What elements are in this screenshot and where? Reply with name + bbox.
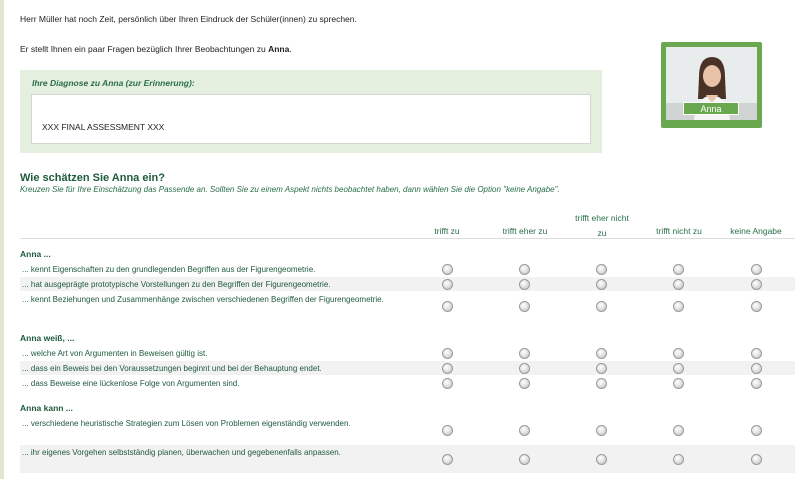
intro-student-name: Anna: [268, 44, 290, 54]
radio-trifft-eher-nicht-zu[interactable]: [596, 348, 607, 359]
radio-trifft-zu[interactable]: [442, 378, 453, 389]
radio-trifft-eher-nicht-zu[interactable]: [596, 363, 607, 374]
radio-trifft-nicht-zu[interactable]: [673, 454, 684, 465]
row-label: ... welche Art von Argumenten in Beweise…: [22, 349, 208, 358]
radio-trifft-eher-zu[interactable]: [519, 279, 530, 290]
radio-keine-angabe[interactable]: [751, 264, 762, 275]
row-label: ... dass ein Beweis bei den Voraussetzun…: [22, 364, 322, 373]
row-label: ... dass Beweise eine lückenlose Folge v…: [22, 379, 240, 388]
radio-trifft-zu[interactable]: [442, 301, 453, 312]
column-header-trifft-nicht-zu: trifft nicht zu: [656, 226, 702, 236]
radio-keine-angabe[interactable]: [751, 301, 762, 312]
radio-trifft-zu[interactable]: [442, 264, 453, 275]
intro-line-2-text: Er stellt Ihnen ein paar Fragen bezüglic…: [20, 44, 269, 54]
group-label-anna-weiss: Anna weiß, ...: [20, 333, 75, 343]
diagnosis-text: XXX FINAL ASSESSMENT XXX: [42, 122, 165, 132]
radio-trifft-eher-nicht-zu[interactable]: [596, 301, 607, 312]
row-label: ... ihr eigenes Vorgehen selbstständig p…: [22, 448, 341, 457]
diagnosis-panel: Ihre Diagnose zu Anna (zur Erinnerung): …: [20, 70, 602, 153]
row-label: ... verschiedene heuristische Strategien…: [22, 419, 351, 428]
radio-trifft-eher-zu[interactable]: [519, 454, 530, 465]
column-header-trifft-eher-nicht-zu: trifft eher nicht zu: [563, 211, 641, 241]
radio-trifft-nicht-zu[interactable]: [673, 279, 684, 290]
radio-trifft-eher-nicht-zu[interactable]: [596, 279, 607, 290]
student-name-label: Anna: [683, 102, 739, 115]
intro-line-2: Er stellt Ihnen ein paar Fragen bezüglic…: [20, 44, 292, 54]
group-label-anna-kann: Anna kann ...: [20, 403, 73, 413]
radio-trifft-zu[interactable]: [442, 348, 453, 359]
radio-trifft-eher-nicht-zu[interactable]: [596, 454, 607, 465]
radio-keine-angabe[interactable]: [751, 454, 762, 465]
radio-trifft-nicht-zu[interactable]: [673, 425, 684, 436]
diagnosis-title: Ihre Diagnose zu Anna (zur Erinnerung):: [32, 78, 195, 88]
radio-trifft-eher-zu[interactable]: [519, 264, 530, 275]
row-label: ... kennt Beziehungen und Zusammenhänge …: [22, 295, 384, 304]
radio-trifft-nicht-zu[interactable]: [673, 264, 684, 275]
radio-trifft-eher-zu[interactable]: [519, 378, 530, 389]
radio-keine-angabe[interactable]: [751, 348, 762, 359]
radio-trifft-nicht-zu[interactable]: [673, 348, 684, 359]
column-header-trifft-zu: trifft zu: [434, 226, 460, 236]
radio-trifft-nicht-zu[interactable]: [673, 301, 684, 312]
question-instructions: Kreuzen Sie für Ihre Einschätzung das Pa…: [20, 185, 560, 194]
radio-trifft-eher-zu[interactable]: [519, 348, 530, 359]
radio-trifft-nicht-zu[interactable]: [673, 363, 684, 374]
radio-trifft-eher-nicht-zu[interactable]: [596, 378, 607, 389]
row-label: ... kennt Eigenschaften zu den grundlege…: [22, 265, 316, 274]
radio-keine-angabe[interactable]: [751, 363, 762, 374]
radio-trifft-eher-nicht-zu[interactable]: [596, 425, 607, 436]
radio-trifft-nicht-zu[interactable]: [673, 378, 684, 389]
radio-trifft-eher-zu[interactable]: [519, 363, 530, 374]
radio-trifft-zu[interactable]: [442, 425, 453, 436]
radio-trifft-eher-zu[interactable]: [519, 301, 530, 312]
header-divider: [20, 238, 795, 239]
row-label: ... hat ausgeprägte prototypische Vorste…: [22, 280, 331, 289]
radio-trifft-eher-nicht-zu[interactable]: [596, 264, 607, 275]
student-avatar-card: Anna: [661, 42, 762, 128]
column-header-trifft-eher-zu: trifft eher zu: [502, 226, 548, 236]
radio-keine-angabe[interactable]: [751, 425, 762, 436]
diagnosis-text-box: XXX FINAL ASSESSMENT XXX: [31, 94, 591, 144]
intro-line-1: Herr Müller hat noch Zeit, persönlich üb…: [20, 14, 357, 24]
column-header-line-1: trifft eher nicht: [575, 213, 629, 223]
column-header-keine-angabe: keine Angabe: [730, 226, 782, 236]
question-title: Wie schätzen Sie Anna ein?: [20, 172, 165, 184]
radio-trifft-zu[interactable]: [442, 363, 453, 374]
radio-keine-angabe[interactable]: [751, 378, 762, 389]
radio-trifft-eher-zu[interactable]: [519, 425, 530, 436]
group-label-anna: Anna ...: [20, 249, 51, 259]
radio-trifft-zu[interactable]: [442, 279, 453, 290]
radio-trifft-zu[interactable]: [442, 454, 453, 465]
radio-keine-angabe[interactable]: [751, 279, 762, 290]
left-accent-bar: [0, 0, 4, 479]
intro-line-2-end: .: [289, 44, 292, 54]
